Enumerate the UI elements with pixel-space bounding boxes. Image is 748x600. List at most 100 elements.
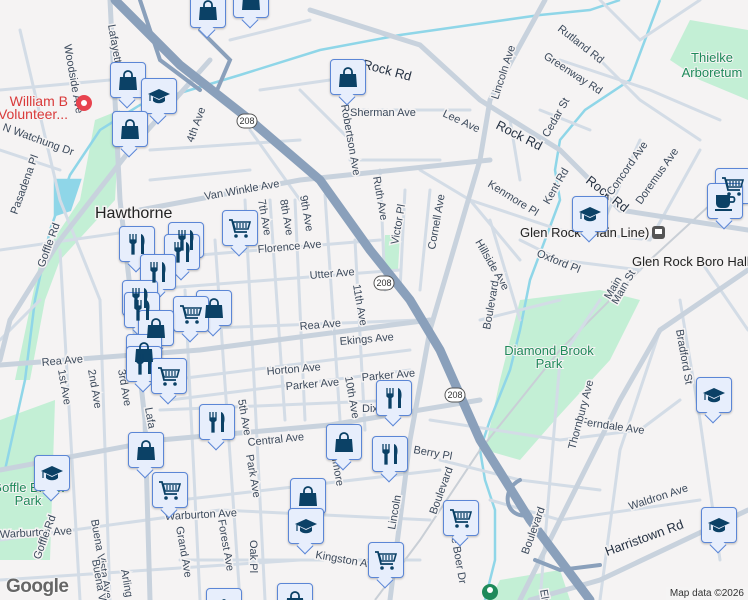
boro-hall-label: Glen Rock Boro Hall [632, 254, 748, 269]
marker-shopping[interactable] [277, 583, 313, 600]
shopping-bag-icon [299, 486, 317, 506]
street-label: Rock Rd [361, 56, 413, 83]
marker-school[interactable] [206, 588, 242, 600]
shopping-bag-icon [199, 0, 217, 20]
marker-school[interactable] [34, 455, 70, 491]
street-label: Horton Ave [266, 361, 321, 378]
street [598, 328, 662, 600]
street-label: Pasadena Pl [9, 153, 42, 216]
street-label: Utter Ave [309, 266, 355, 282]
marker-school[interactable] [572, 196, 608, 232]
graduation-cap-icon [295, 519, 317, 534]
street [228, 18, 312, 42]
shopping-cart-icon [375, 551, 398, 570]
shopping-bag-icon [205, 298, 223, 318]
place-pin-icon[interactable] [482, 584, 498, 600]
street-label: 8th Ave [277, 198, 295, 236]
shopping-cart-icon [159, 481, 182, 500]
street [148, 168, 252, 182]
graduation-cap-icon [148, 89, 170, 104]
marker-restaurant[interactable] [372, 436, 408, 472]
map-view[interactable]: 208 208 208 Rock Rd Rock Rd Rock Rd Lincoln… [0, 0, 748, 600]
street-label: Bradford St [673, 328, 694, 385]
marker-shopping[interactable] [330, 59, 366, 95]
street [258, 78, 332, 92]
street-label: Florence Ave [257, 238, 322, 256]
shopping-bag-icon [121, 119, 139, 139]
street-label: Ekings Ave [339, 331, 394, 348]
street-label: Arling [118, 568, 135, 598]
marker-restaurant[interactable] [376, 380, 412, 416]
shopping-bag-icon [242, 0, 260, 10]
google-logo: Google [6, 576, 69, 597]
shopping-cart-icon [158, 367, 181, 386]
graduation-cap-icon [703, 388, 725, 403]
street-label: Boulevard [481, 280, 501, 331]
shopping-bag-icon [137, 440, 155, 460]
street-label: Ruth Ave [370, 175, 390, 221]
marker-shopping[interactable] [112, 111, 148, 147]
marker-school[interactable] [701, 507, 737, 543]
fork-knife-icon [386, 388, 402, 409]
poi-label: William B Volunteer... [0, 93, 68, 122]
train-station-icon[interactable] [652, 226, 665, 239]
street-label: Waldron Ave [627, 482, 689, 512]
street-label: Harristown Rd [603, 517, 686, 559]
fork-knife-icon [136, 354, 152, 375]
fork-knife-icon [382, 444, 398, 465]
street [0, 78, 112, 92]
street-label: Sherman Ave [350, 107, 416, 119]
marker-school[interactable] [141, 78, 177, 114]
marker-shopping[interactable] [128, 432, 164, 468]
fork-knife-icon [150, 262, 166, 283]
marker-shopping[interactable] [326, 424, 362, 460]
fork-knife-icon [129, 234, 145, 255]
street-label: Lincoln Ave [489, 44, 518, 101]
fork-knife-icon [174, 242, 190, 263]
graduation-cap-icon [708, 518, 730, 533]
street-label: 11th Ave [350, 283, 369, 326]
graduation-cap-icon [221, 599, 227, 600]
marker-shopping[interactable] [233, 0, 269, 18]
shopping-cart-icon [450, 509, 473, 528]
street-label: Berry Pl [412, 444, 453, 463]
street-label: 2nd Ave [85, 368, 104, 409]
street-label: 10th Ave [342, 375, 361, 419]
fork-knife-icon [209, 412, 225, 433]
street-label: Parker Ave [285, 376, 339, 393]
street-label: Grand Ave [173, 525, 194, 578]
graduation-cap-icon [579, 207, 601, 222]
marker-grocery[interactable] [151, 358, 187, 394]
marker-school[interactable] [696, 377, 732, 413]
street-label: 9th Ave [297, 194, 315, 232]
coffee-cup-icon [715, 195, 736, 211]
graduation-cap-icon [41, 466, 63, 481]
marker-grocery[interactable] [368, 542, 404, 578]
street-label: 4th Ave [185, 106, 209, 144]
street-label: Rea Ave [41, 353, 83, 369]
street-label: 1st Ave [55, 368, 73, 405]
shopping-cart-icon [180, 305, 203, 324]
map-attribution[interactable]: Map data ©2026 [665, 587, 748, 600]
street [58, 248, 82, 600]
street-label: Elm [537, 588, 552, 600]
marker-grocery[interactable] [152, 472, 188, 508]
marker-grocery[interactable] [222, 210, 258, 246]
shopping-bag-icon [339, 67, 357, 87]
marker-restaurant[interactable] [199, 404, 235, 440]
street-label: Oxford Pl [535, 248, 582, 276]
route-shield: 208 [376, 278, 391, 288]
marker-grocery[interactable] [443, 500, 479, 536]
city-label-hawthorne: Hawthorne [95, 205, 172, 222]
street-label: Lee Ave [441, 108, 482, 136]
street-label: Victor Pl [389, 203, 408, 245]
marker-school[interactable] [288, 508, 324, 544]
route-shield: 208 [239, 116, 254, 126]
street-label: Oak Pl [247, 540, 259, 573]
marker-shopping[interactable] [190, 0, 226, 28]
shopping-cart-icon [229, 219, 252, 238]
shopping-bag-icon [147, 318, 165, 338]
street-label: Warburton Ave [0, 525, 72, 541]
shopping-bag-icon [335, 432, 353, 452]
shopping-bag-icon [286, 591, 304, 600]
